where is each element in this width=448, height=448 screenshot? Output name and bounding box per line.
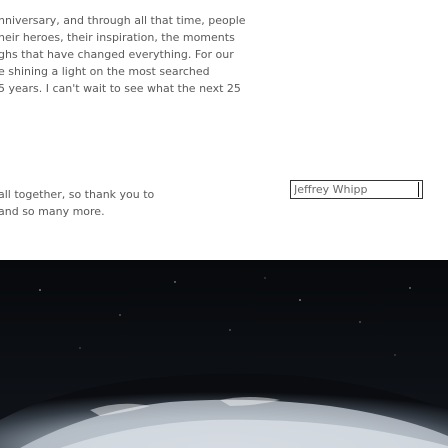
text-line: 5 years. I can't wait to see what the ne… (0, 82, 241, 95)
earth-from-space-image (0, 260, 448, 448)
article-paragraph: all together, so thank you to and so man… (0, 186, 154, 220)
text-line: all together, so thank you to (0, 188, 155, 201)
text-line: neir heroes, their inspiration, the mome… (0, 31, 235, 44)
text-line: and so many more. (0, 205, 105, 218)
text-line: e shining a light on the most searched (0, 65, 210, 78)
article-paragraph: nniversary, and through all that time, p… (0, 12, 246, 97)
text-caret (418, 182, 419, 197)
text-line: ghs that have changed everything. For ou… (0, 48, 234, 61)
text-line: nniversary, and through all that time, p… (0, 14, 246, 27)
name-input-field[interactable] (290, 180, 423, 199)
space-scene (0, 260, 448, 448)
